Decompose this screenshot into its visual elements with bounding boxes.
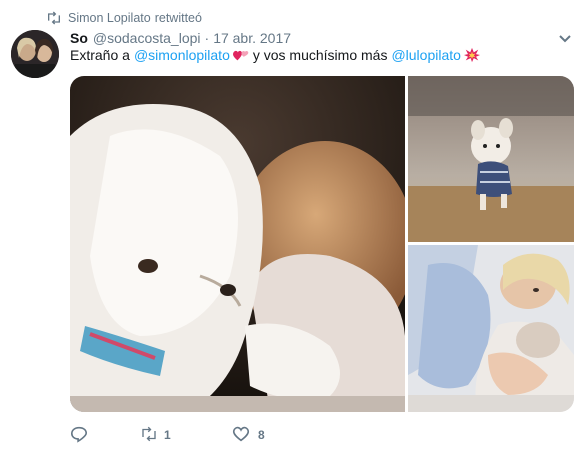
chevron-down-icon[interactable]: [558, 34, 572, 44]
photo-woman-with-dog[interactable]: [408, 245, 574, 412]
like-button[interactable]: 8: [232, 425, 265, 446]
tweet-text-part: Extraño a: [70, 47, 130, 63]
avatar[interactable]: [11, 30, 59, 78]
mention-link[interactable]: @lulopilato: [391, 47, 460, 63]
retweet-context: Simon Lopilato retwitteó: [46, 9, 202, 27]
retweet-icon: [140, 425, 158, 446]
tweet-actions: 1 8: [70, 424, 265, 446]
retweeter-name[interactable]: Simon Lopilato: [68, 11, 151, 25]
tweet-text-part: y vos muchísimo más: [252, 47, 388, 63]
retweet-button[interactable]: 1: [140, 425, 228, 446]
two-hearts-emoji: [232, 47, 250, 63]
like-count: 8: [258, 428, 265, 442]
media-grid: [70, 76, 574, 412]
heart-icon: [232, 425, 250, 446]
retweet-action-label: retwitteó: [154, 11, 202, 25]
retweet-icon: [46, 11, 62, 25]
retweet-count: 1: [164, 428, 171, 442]
reply-icon: [70, 425, 88, 446]
reply-button[interactable]: [70, 425, 130, 446]
mention-link[interactable]: @simonlopilato: [134, 47, 230, 63]
photo-dog-with-baby[interactable]: [70, 76, 405, 412]
photo-dog-walking[interactable]: [408, 76, 574, 242]
collision-emoji: [463, 47, 481, 63]
tweet-text: Extraño a @simonlopilato y vos muchísimo…: [70, 44, 484, 66]
